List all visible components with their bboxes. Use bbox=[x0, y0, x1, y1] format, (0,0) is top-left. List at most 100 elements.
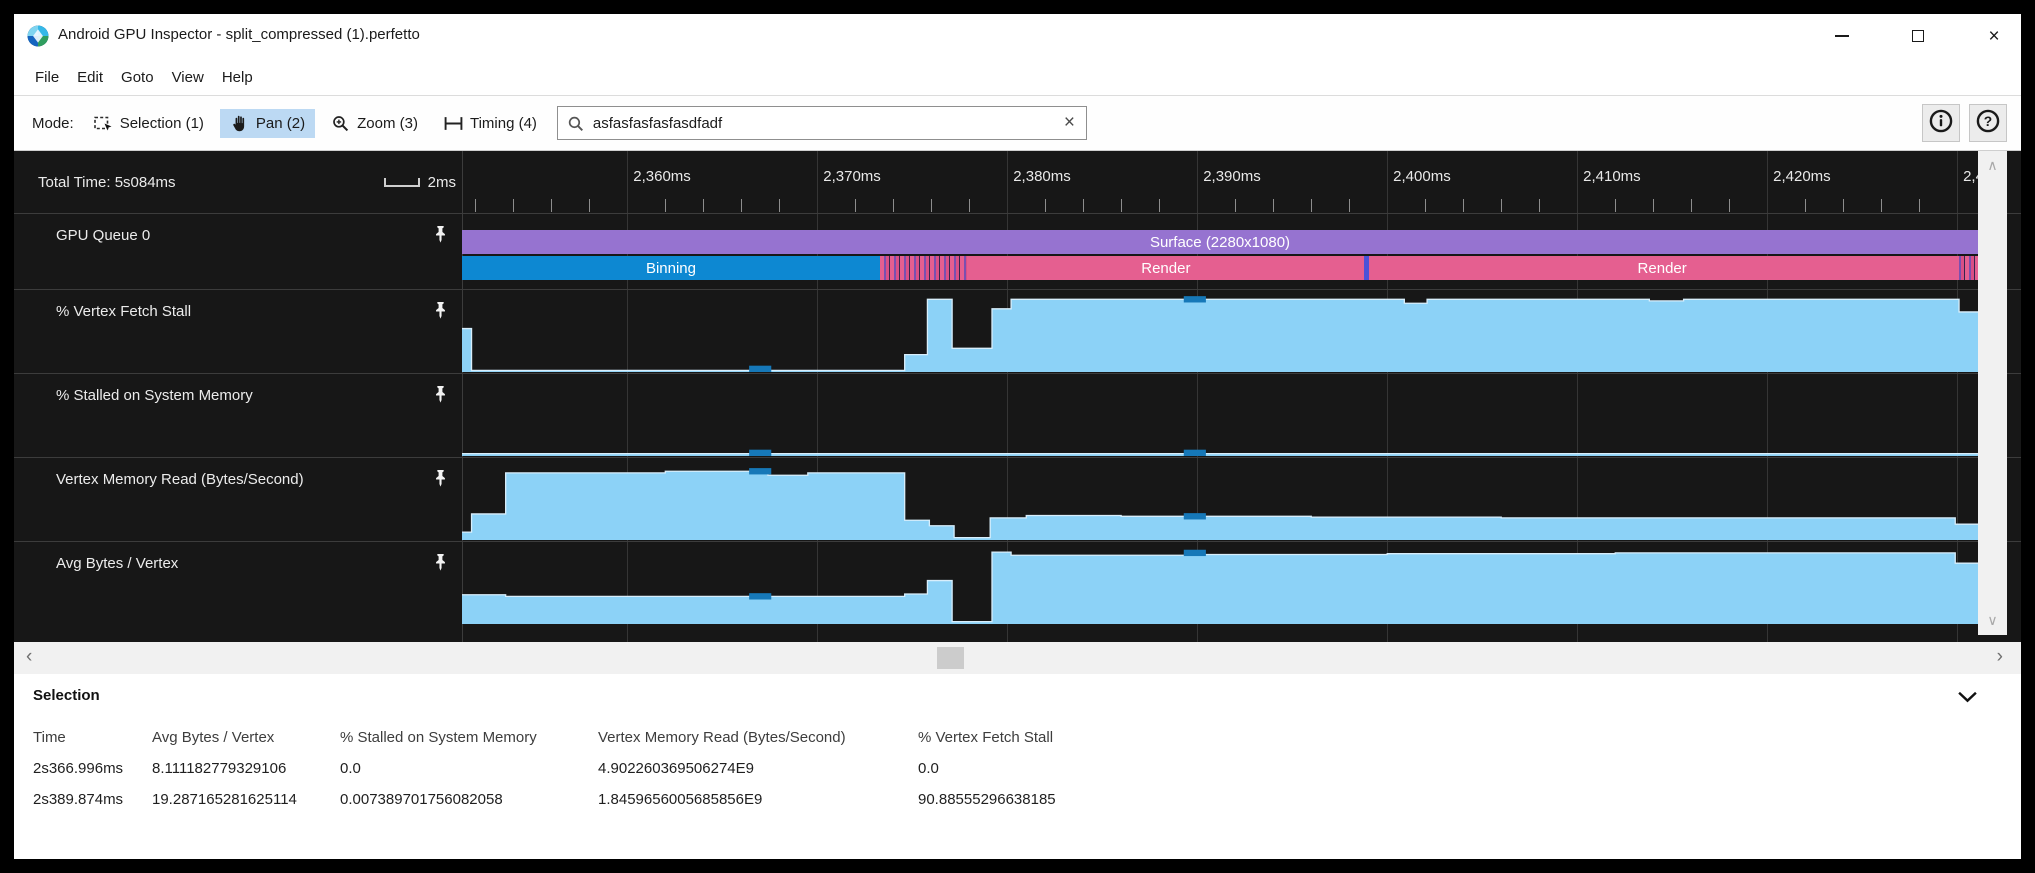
selected-sample-marker[interactable] bbox=[749, 468, 771, 474]
vertical-scrollbar[interactable]: ∧ ∨ bbox=[1978, 151, 2007, 635]
collapse-chevron-icon[interactable] bbox=[1957, 690, 1978, 708]
track-label: Vertex Memory Read (Bytes/Second) bbox=[14, 458, 462, 541]
selection-table: TimeAvg Bytes / Vertex% Stalled on Syste… bbox=[33, 722, 1218, 815]
slice-mixed[interactable] bbox=[880, 256, 967, 280]
ruler-tick-label: 2,390ms bbox=[1203, 168, 1261, 185]
ruler-minor-tick bbox=[893, 199, 894, 212]
ruler-tick-label: 2,380ms bbox=[1013, 168, 1071, 185]
pin-icon[interactable] bbox=[432, 225, 449, 243]
counter-chart[interactable] bbox=[462, 290, 1978, 373]
column-header: Avg Bytes / Vertex bbox=[152, 722, 340, 753]
pin-icon[interactable] bbox=[432, 301, 449, 319]
counter-chart[interactable] bbox=[462, 458, 1978, 541]
scrollbar-thumb[interactable] bbox=[937, 647, 964, 669]
scroll-right-icon[interactable]: › bbox=[1997, 646, 2003, 668]
track-avg-bytes-vertex: Avg Bytes / Vertex bbox=[14, 541, 2021, 625]
scroll-down-icon[interactable]: ∨ bbox=[1978, 612, 2007, 629]
mode-button-pan[interactable]: Pan (2) bbox=[220, 109, 315, 138]
slice-mixed[interactable] bbox=[1955, 256, 1978, 280]
ruler-tick-label: 2,4 bbox=[1963, 168, 1978, 185]
pin-icon[interactable] bbox=[432, 469, 449, 487]
total-time-label: Total Time: 5s084ms bbox=[38, 174, 176, 191]
minimize-button[interactable] bbox=[1825, 20, 1859, 52]
track-label: Avg Bytes / Vertex bbox=[14, 542, 462, 625]
menu-item-goto[interactable]: Goto bbox=[112, 65, 163, 90]
ruler-minor-tick bbox=[1729, 199, 1730, 212]
counter-chart[interactable] bbox=[462, 542, 1978, 625]
slice-render[interactable]: Render bbox=[1369, 256, 1955, 280]
ruler-minor-tick bbox=[1349, 199, 1350, 212]
track-vertex-memory-read-bytes-second: Vertex Memory Read (Bytes/Second) bbox=[14, 457, 2021, 541]
toolbar-right: ? bbox=[1922, 104, 2007, 142]
mode-button-selection[interactable]: Selection (1) bbox=[84, 109, 214, 138]
track-label: GPU Queue 0 bbox=[14, 214, 462, 289]
timeline-ruler: Total Time: 5s084ms 2ms 2,360ms2,370ms2,… bbox=[14, 151, 2021, 213]
menubar: FileEditGotoViewHelp bbox=[14, 60, 2021, 95]
table-cell: 0.007389701756082058 bbox=[340, 784, 598, 815]
search-icon bbox=[567, 115, 584, 132]
scroll-left-icon[interactable]: ‹ bbox=[26, 646, 32, 668]
selected-sample-marker[interactable] bbox=[749, 593, 771, 599]
search-box[interactable]: × bbox=[557, 106, 1087, 140]
mode-button-timing[interactable]: Timing (4) bbox=[434, 109, 547, 138]
minimize-icon bbox=[1835, 35, 1849, 37]
maximize-button[interactable] bbox=[1901, 20, 1935, 52]
ruler-minor-tick bbox=[1919, 199, 1920, 212]
toolbar: Mode: Selection (1)Pan (2)Zoom (3)Timing… bbox=[14, 95, 2021, 151]
ruler-minor-tick bbox=[779, 199, 780, 212]
menu-item-help[interactable]: Help bbox=[213, 65, 262, 90]
stalled-on-system-memory-area-chart[interactable] bbox=[462, 377, 1978, 456]
selected-sample-marker[interactable] bbox=[1184, 550, 1206, 556]
menu-item-edit[interactable]: Edit bbox=[68, 65, 112, 90]
ruler-minor-tick bbox=[1881, 199, 1882, 212]
app-window: Android GPU Inspector - split_compressed… bbox=[14, 14, 2021, 859]
selected-sample-marker[interactable] bbox=[1184, 513, 1206, 519]
pan-icon bbox=[230, 115, 249, 132]
info-button[interactable] bbox=[1922, 104, 1960, 142]
slice-render[interactable]: Render bbox=[967, 256, 1364, 280]
avg-bytes-vertex-area-chart[interactable] bbox=[462, 545, 1978, 624]
slice-binning[interactable]: Binning bbox=[462, 256, 880, 280]
pin-icon[interactable] bbox=[432, 385, 449, 403]
mode-button-label: Pan (2) bbox=[256, 115, 305, 132]
ruler-tick-label: 2,400ms bbox=[1393, 168, 1451, 185]
search-input[interactable] bbox=[591, 114, 1055, 133]
ruler-ticks[interactable]: 2,360ms2,370ms2,380ms2,390ms2,400ms2,410… bbox=[462, 151, 1978, 213]
selected-sample-marker[interactable] bbox=[749, 366, 771, 372]
mode-button-label: Selection (1) bbox=[120, 115, 204, 132]
slice-label: Render bbox=[1638, 260, 1687, 277]
svg-text:?: ? bbox=[1984, 114, 1992, 129]
ruler-minor-tick bbox=[1311, 199, 1312, 212]
vertex-fetch-stall-area-chart[interactable] bbox=[462, 293, 1978, 372]
surface-slice[interactable]: Surface (2280x1080) bbox=[462, 230, 1978, 254]
ruler-minor-tick bbox=[1273, 199, 1274, 212]
maximize-icon bbox=[1912, 30, 1924, 42]
ruler-minor-tick bbox=[855, 199, 856, 212]
column-header: Vertex Memory Read (Bytes/Second) bbox=[598, 722, 918, 753]
selected-sample-marker[interactable] bbox=[1184, 450, 1206, 456]
timing-icon bbox=[444, 115, 463, 132]
track-label: % Vertex Fetch Stall bbox=[14, 290, 462, 373]
close-button[interactable]: × bbox=[1977, 20, 2011, 52]
window-title: Android GPU Inspector - split_compressed… bbox=[58, 26, 420, 43]
pin-icon[interactable] bbox=[432, 553, 449, 571]
horizontal-scrollbar[interactable]: ‹ › bbox=[14, 642, 2021, 674]
help-button[interactable]: ? bbox=[1969, 104, 2007, 142]
menu-item-file[interactable]: File bbox=[26, 65, 68, 90]
mode-button-zoom[interactable]: Zoom (3) bbox=[321, 109, 428, 138]
mode-button-label: Zoom (3) bbox=[357, 115, 418, 132]
menu-item-view[interactable]: View bbox=[163, 65, 213, 90]
selected-sample-marker[interactable] bbox=[749, 450, 771, 456]
selection-icon bbox=[94, 115, 113, 132]
ruler-left: Total Time: 5s084ms 2ms bbox=[14, 151, 462, 213]
scroll-up-icon[interactable]: ∧ bbox=[1978, 157, 2007, 174]
selected-sample-marker[interactable] bbox=[1184, 296, 1206, 302]
track-name: % Vertex Fetch Stall bbox=[56, 303, 191, 320]
help-icon: ? bbox=[1976, 109, 2000, 138]
counter-chart[interactable] bbox=[462, 374, 1978, 457]
mode-button-label: Timing (4) bbox=[470, 115, 537, 132]
vertex-memory-read-bytes-second-area-chart[interactable] bbox=[462, 461, 1978, 540]
search-clear-button[interactable]: × bbox=[1062, 112, 1077, 134]
ruler-tick-label: 2,420ms bbox=[1773, 168, 1831, 185]
app-logo-icon bbox=[27, 25, 49, 47]
